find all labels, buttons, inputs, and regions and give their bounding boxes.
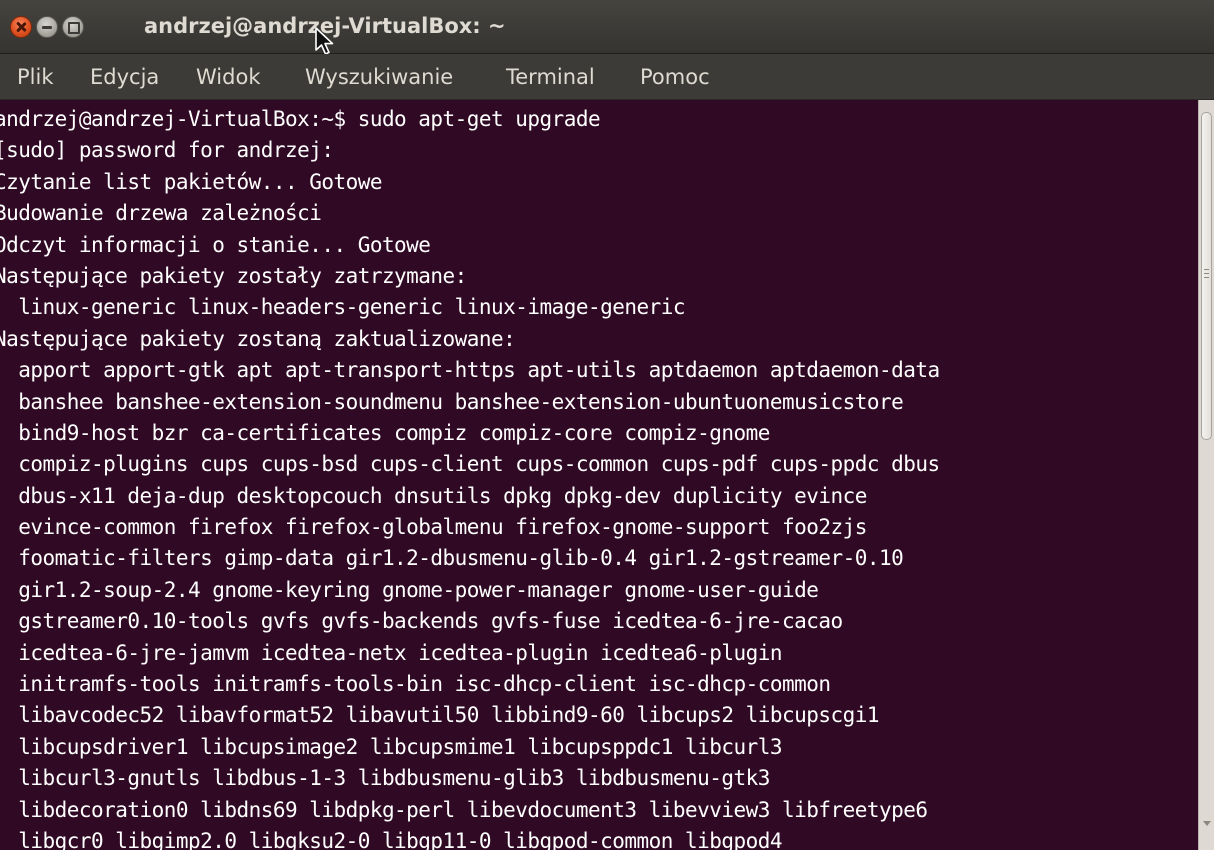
terminal-line: libavcodec52 libavformat52 libavutil50 l…	[0, 703, 879, 728]
scroll-down-arrow-icon[interactable]	[1203, 821, 1211, 826]
mouse-pointer-icon	[315, 27, 334, 55]
terminal-line: libdecoration0 libdns69 libdpkg-perl lib…	[0, 797, 928, 822]
terminal-line: bind9-host bzr ca-certificates compiz co…	[0, 420, 770, 445]
terminal-line: libgcr0 libgimp2.0 libgksu2-0 libgp11-0 …	[0, 828, 782, 850]
terminal-line: Następujące pakiety zostaną zaktualizowa…	[0, 326, 516, 351]
menu-edycja[interactable]: Edycja	[90, 63, 159, 91]
terminal-line: gir1.2-soup-2.4 gnome-keyring gnome-powe…	[0, 577, 819, 602]
menu-terminal[interactable]: Terminal	[506, 63, 595, 91]
menu-wyszukiwanie[interactable]: Wyszukiwanie	[305, 63, 453, 91]
terminal-line: compiz-plugins cups cups-bsd cups-client…	[0, 452, 940, 477]
terminal-window: andrzej@andrzej-VirtualBox: ~ Plik Edycj…	[0, 0, 1214, 850]
terminal-line: libcupsdriver1 libcupsimage2 libcupsmime…	[0, 734, 782, 759]
terminal-line: Odczyt informacji o stanie... Gotowe	[0, 232, 431, 257]
scrollbar-thumb[interactable]	[1201, 112, 1212, 440]
terminal-line: banshee banshee-extension-soundmenu bans…	[0, 389, 904, 414]
terminal-line: andrzej@andrzej-VirtualBox:~$ sudo apt-g…	[0, 107, 601, 131]
terminal-line: libcurl3-gnutls libdbus-1-3 libdbusmenu-…	[0, 766, 770, 791]
menu-plik[interactable]: Plik	[17, 63, 54, 91]
terminal-line: icedtea-6-jre-jamvm icedtea-netx icedtea…	[0, 640, 782, 665]
terminal-line: dbus-x11 deja-dup desktopcouch dnsutils …	[0, 483, 867, 508]
menu-bar: Plik Edycja Widok Wyszukiwanie Terminal …	[0, 54, 1214, 100]
scrollbar-grip-icon	[1204, 269, 1209, 281]
terminal-lines: andrzej@andrzej-VirtualBox:~$ sudo apt-g…	[0, 104, 940, 850]
close-window-button[interactable]	[10, 16, 32, 38]
vertical-scrollbar[interactable]	[1198, 100, 1214, 850]
menu-widok[interactable]: Widok	[196, 63, 260, 91]
terminal-line: Budowanie drzewa zależności	[0, 201, 322, 226]
terminal-line: foomatic-filters gimp-data gir1.2-dbusme…	[0, 546, 904, 571]
terminal-line: linux-generic linux-headers-generic linu…	[0, 295, 686, 320]
terminal-line: [sudo] password for andrzej:	[0, 138, 334, 163]
terminal-line: initramfs-tools initramfs-tools-bin isc-…	[0, 672, 831, 697]
title-bar[interactable]: andrzej@andrzej-VirtualBox: ~	[0, 0, 1214, 55]
terminal-line: Następujące pakiety zostały zatrzymane:	[0, 263, 467, 288]
terminal-line: apport apport-gtk apt apt-transport-http…	[0, 358, 940, 383]
menu-pomoc[interactable]: Pomoc	[640, 63, 710, 91]
terminal-line: evince-common firefox firefox-globalmenu…	[0, 515, 867, 540]
terminal-output[interactable]: andrzej@andrzej-VirtualBox:~$ sudo apt-g…	[0, 100, 1198, 850]
terminal-line: Czytanie list pakietów... Gotowe	[0, 169, 382, 194]
maximize-window-button[interactable]	[62, 16, 84, 38]
minimize-window-button[interactable]	[36, 16, 58, 38]
terminal-line: gstreamer0.10-tools gvfs gvfs-backends g…	[0, 609, 843, 634]
